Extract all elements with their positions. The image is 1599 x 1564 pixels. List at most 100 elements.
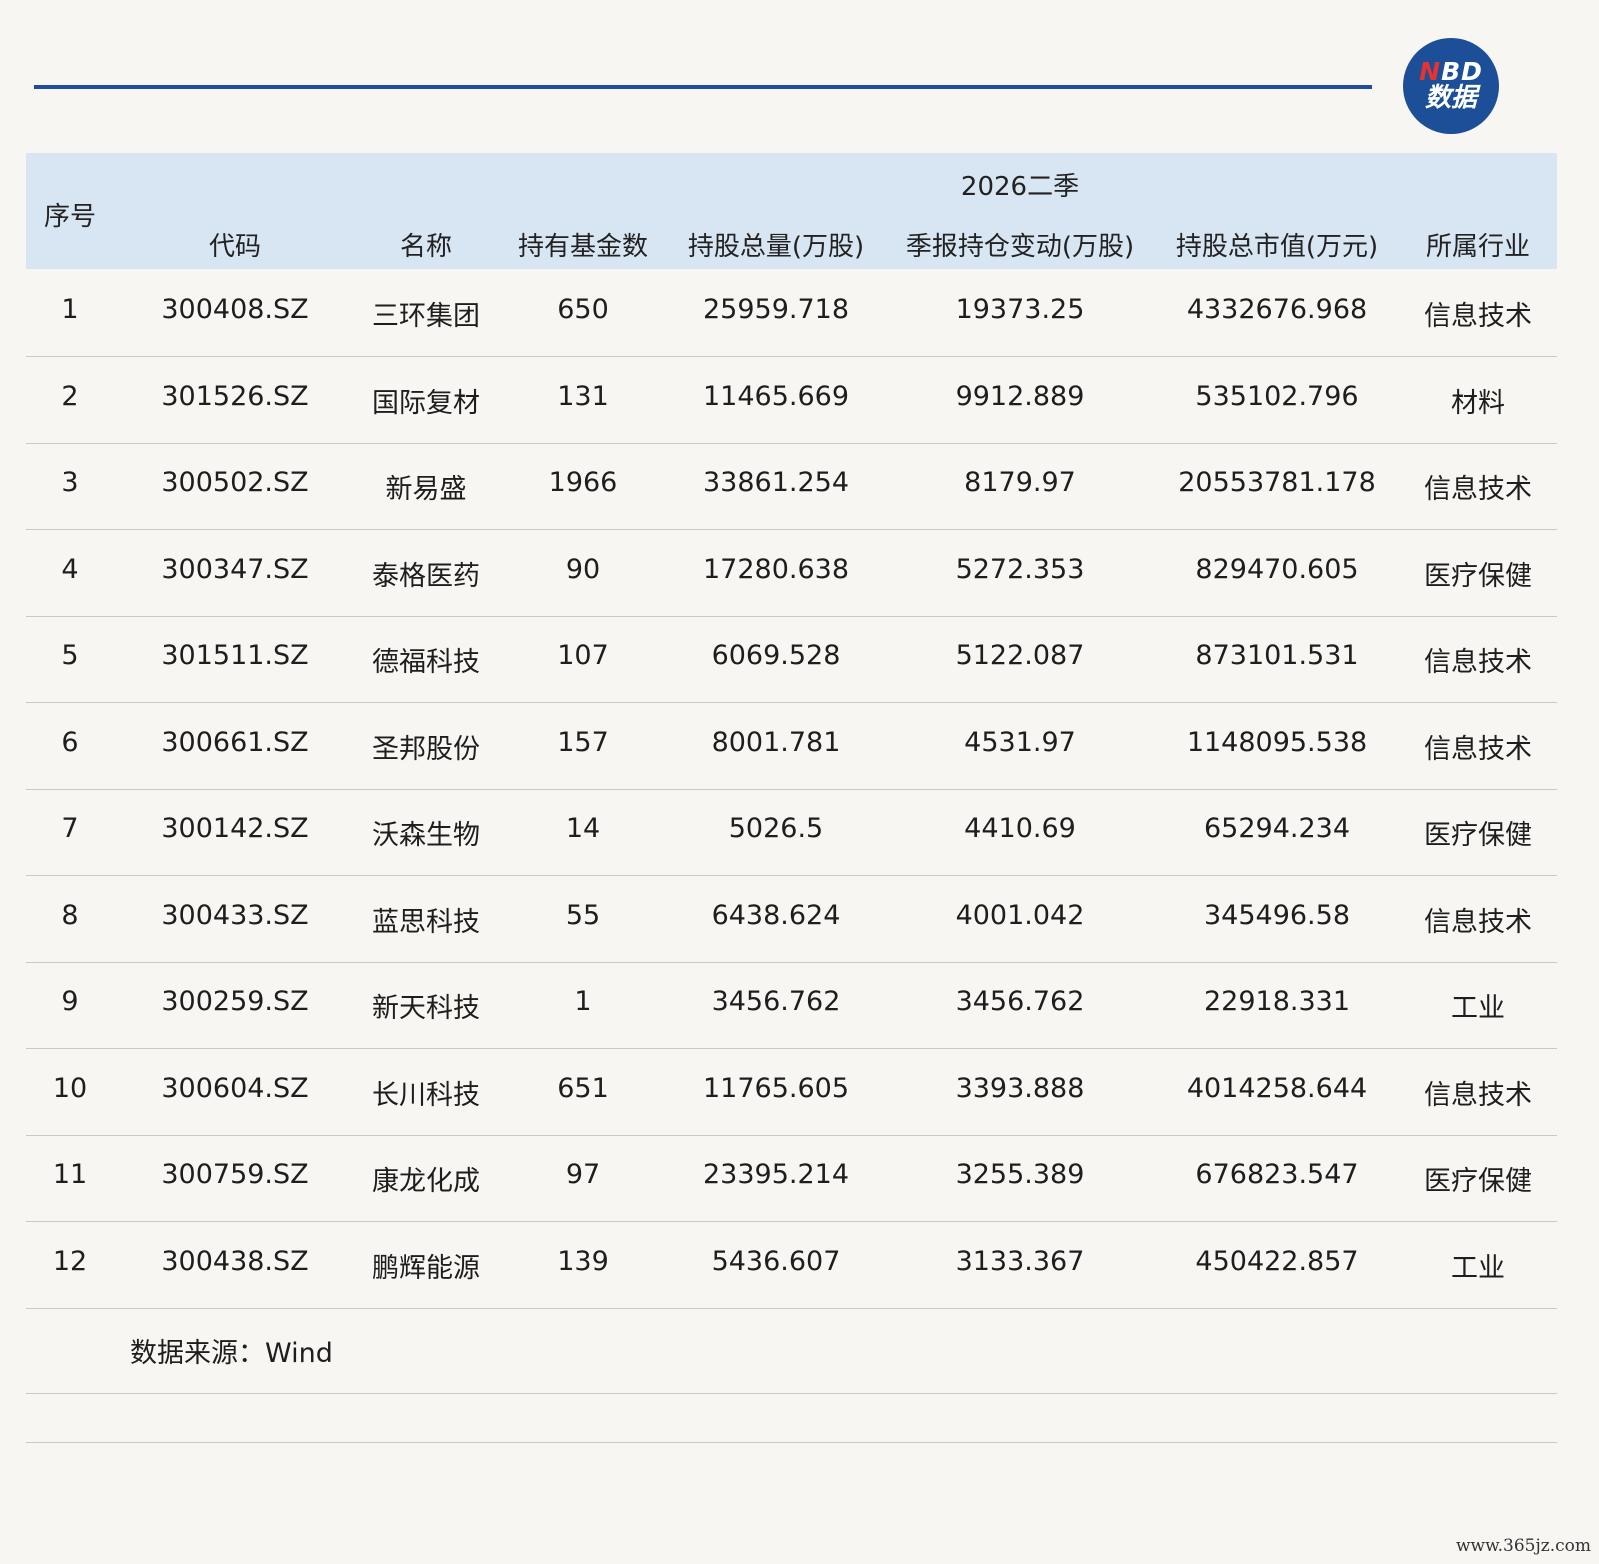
table-row: 8 300433.SZ 蓝思科技 55 6438.624 4001.042 345496.5… bbox=[26, 876, 1557, 963]
row-name: 德福科技 bbox=[372, 647, 480, 678]
row-seq: 3 bbox=[61, 467, 79, 498]
row-total-shares: 23395.214 bbox=[702, 1159, 850, 1190]
table-row: 5 301511.SZ 德福科技 107 6069.528 5122.087 873101.… bbox=[26, 616, 1557, 703]
table-row: 9 300259.SZ 新天科技 1 3456.762 3456.762 22918.331… bbox=[26, 962, 1557, 1049]
row-seq: 7 bbox=[61, 813, 79, 844]
row-name: 康龙化成 bbox=[372, 1166, 480, 1197]
row-position-change: 3393.888 bbox=[955, 1072, 1085, 1104]
top-rule bbox=[34, 85, 1372, 89]
row-seq: 11 bbox=[52, 1159, 88, 1190]
logo-brand: NBD bbox=[1419, 57, 1483, 87]
row-name: 泰格医药 bbox=[372, 560, 480, 592]
row-market-value: 676823.547 bbox=[1195, 1159, 1359, 1190]
header-total-shares: 持股总量(万股) bbox=[687, 232, 865, 262]
row-code: 300759.SZ bbox=[161, 1159, 309, 1190]
row-market-value: 450422.857 bbox=[1195, 1245, 1359, 1277]
header-period: 2026二季 bbox=[960, 172, 1080, 202]
row-name: 三环集团 bbox=[372, 301, 480, 332]
row-industry: 信息技术 bbox=[1424, 301, 1532, 332]
row-seq: 10 bbox=[52, 1072, 88, 1104]
row-industry: 医疗保健 bbox=[1424, 820, 1532, 851]
row-market-value: 873101.531 bbox=[1195, 640, 1359, 671]
table-row: 10 300604.SZ 长川科技 651 11765.605 3393.888 40142… bbox=[26, 1049, 1557, 1136]
row-market-value: 65294.234 bbox=[1203, 813, 1351, 844]
table-row: 11 300759.SZ 康龙化成 97 23395.214 3255.389 676823… bbox=[26, 1135, 1557, 1222]
row-total-shares: 6438.624 bbox=[711, 899, 841, 931]
row-position-change: 5272.353 bbox=[955, 553, 1085, 585]
row-total-shares: 33861.254 bbox=[702, 467, 850, 498]
row-code: 300502.SZ bbox=[161, 467, 309, 498]
row-code: 300433.SZ bbox=[161, 899, 309, 931]
row-name: 新天科技 bbox=[372, 993, 480, 1024]
row-seq: 5 bbox=[61, 640, 79, 671]
table-row: 1 300408.SZ 三环集团 650 25959.718 19373.25 433267… bbox=[26, 270, 1557, 357]
row-fund-count: 97 bbox=[565, 1159, 601, 1190]
header-name: 名称 bbox=[399, 232, 453, 262]
row-industry: 工业 bbox=[1451, 1252, 1505, 1284]
table-row: 4 300347.SZ 泰格医药 90 17280.638 5272.353 829470.… bbox=[26, 530, 1557, 617]
row-total-shares: 17280.638 bbox=[702, 553, 850, 585]
row-code: 301526.SZ bbox=[161, 380, 309, 412]
row-position-change: 5122.087 bbox=[955, 640, 1085, 671]
row-fund-count: 131 bbox=[557, 380, 609, 412]
row-fund-count: 55 bbox=[565, 899, 601, 931]
row-industry: 信息技术 bbox=[1424, 733, 1532, 765]
row-seq: 12 bbox=[52, 1245, 88, 1277]
table-row: 3 300502.SZ 新易盛 1966 33861.254 8179.97 2055378… bbox=[26, 443, 1557, 530]
row-market-value: 4332676.968 bbox=[1186, 294, 1368, 325]
row-market-value: 345496.58 bbox=[1203, 899, 1351, 931]
header-fund-count: 持有基金数 bbox=[517, 232, 649, 262]
logo-sub: 数据 bbox=[1424, 83, 1477, 114]
row-position-change: 3456.762 bbox=[955, 986, 1085, 1017]
header-industry: 所属行业 bbox=[1425, 232, 1531, 262]
header-market-value: 持股总市值(万元) bbox=[1175, 232, 1379, 262]
row-name: 蓝思科技 bbox=[372, 906, 480, 938]
row-total-shares: 11465.669 bbox=[702, 380, 850, 412]
row-position-change: 3255.389 bbox=[955, 1159, 1085, 1190]
row-seq: 4 bbox=[61, 553, 79, 585]
row-fund-count: 651 bbox=[557, 1072, 609, 1104]
row-fund-count: 139 bbox=[557, 1245, 609, 1277]
row-total-shares: 8001.781 bbox=[711, 726, 841, 758]
site-watermark: www.365jz.com bbox=[1456, 1536, 1591, 1556]
row-industry: 信息技术 bbox=[1424, 1079, 1532, 1111]
nbd-data-logo: NBD 数据 bbox=[1403, 38, 1499, 134]
row-market-value: 1148095.538 bbox=[1186, 726, 1368, 758]
row-industry: 医疗保健 bbox=[1424, 560, 1532, 592]
row-industry: 信息技术 bbox=[1424, 906, 1532, 938]
source-row: 数据来源：Wind bbox=[26, 1307, 1557, 1394]
row-market-value: 20553781.178 bbox=[1178, 467, 1376, 498]
row-fund-count: 157 bbox=[557, 726, 609, 758]
table-row: 7 300142.SZ 沃森生物 14 5026.5 4410.69 65294.234 医疗… bbox=[26, 789, 1557, 876]
row-name: 沃森生物 bbox=[372, 820, 480, 851]
data-source: 数据来源：Wind bbox=[130, 1338, 333, 1369]
row-position-change: 8179.97 bbox=[964, 467, 1076, 498]
row-total-shares: 25959.718 bbox=[702, 294, 850, 325]
row-fund-count: 1 bbox=[574, 986, 592, 1017]
row-fund-count: 650 bbox=[557, 294, 609, 325]
row-name: 鹏辉能源 bbox=[372, 1252, 480, 1284]
row-total-shares: 5436.607 bbox=[711, 1245, 841, 1277]
row-name: 新易盛 bbox=[385, 474, 467, 505]
row-name: 长川科技 bbox=[372, 1079, 480, 1111]
row-total-shares: 6069.528 bbox=[711, 640, 841, 671]
row-name: 圣邦股份 bbox=[372, 733, 480, 765]
header-code: 代码 bbox=[208, 232, 262, 262]
row-market-value: 535102.796 bbox=[1195, 380, 1359, 412]
row-seq: 2 bbox=[61, 380, 79, 412]
header-seq: 序号 bbox=[43, 202, 97, 232]
row-seq: 8 bbox=[61, 899, 79, 931]
table-row: 12 300438.SZ 鹏辉能源 139 5436.607 3133.367 450422… bbox=[26, 1222, 1557, 1309]
row-industry: 工业 bbox=[1451, 993, 1505, 1024]
row-total-shares: 11765.605 bbox=[702, 1072, 850, 1104]
row-industry: 材料 bbox=[1451, 387, 1505, 419]
row-total-shares: 5026.5 bbox=[728, 813, 824, 844]
row-fund-count: 1966 bbox=[548, 467, 618, 498]
row-position-change: 4410.69 bbox=[964, 813, 1076, 844]
row-industry: 信息技术 bbox=[1424, 474, 1532, 505]
row-code: 300604.SZ bbox=[161, 1072, 309, 1104]
row-code: 300347.SZ bbox=[161, 553, 309, 585]
row-industry: 信息技术 bbox=[1424, 647, 1532, 678]
row-market-value: 22918.331 bbox=[1203, 986, 1351, 1017]
row-position-change: 9912.889 bbox=[955, 380, 1085, 412]
